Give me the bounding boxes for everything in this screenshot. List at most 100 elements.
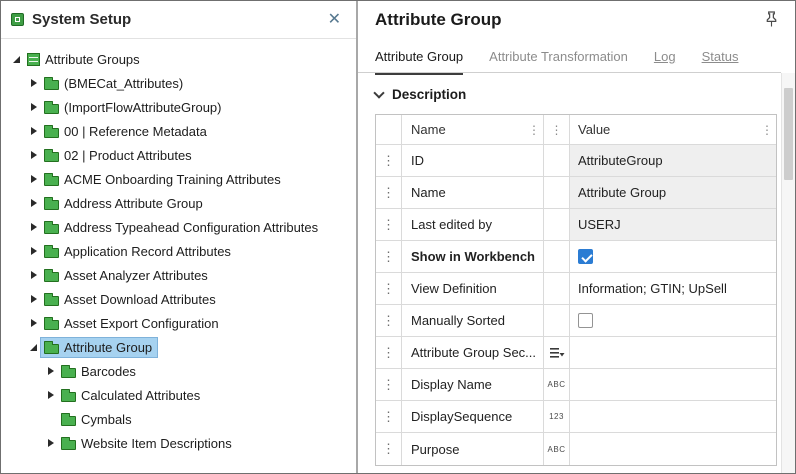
tree-item-label: ACME Onboarding Training Attributes [64,172,281,187]
expander-icon[interactable] [26,247,41,255]
table-row: ⋮ Show in Workbench [376,241,776,273]
expander-icon[interactable] [26,319,41,327]
row-drag-handle[interactable]: ⋮ [376,209,402,240]
expander-icon[interactable] [9,56,24,63]
folder-icon [61,416,76,426]
expander-icon[interactable] [26,127,41,135]
attr-type-cell [544,177,570,208]
checkbox-unchecked[interactable] [578,313,593,328]
table-row: ⋮ Purpose ABC [376,433,776,465]
tree-item-label: 02 | Product Attributes [64,148,192,163]
expander-icon[interactable] [26,199,41,207]
attribute-groups-icon [27,53,40,66]
table-row: ⋮ DisplaySequence 123 [376,401,776,433]
folder-icon [61,392,76,402]
row-drag-handle[interactable]: ⋮ [376,273,402,304]
tree-item[interactable]: (ImportFlowAttributeGroup) [1,95,356,119]
attr-value[interactable] [570,337,776,368]
tree-item[interactable]: Address Attribute Group [1,191,356,215]
attr-name: View Definition [411,281,497,296]
tree-item[interactable]: ACME Onboarding Training Attributes [1,167,356,191]
header-spacer [376,115,402,144]
column-menu-icon[interactable]: ⋮ [528,124,540,136]
tree-item[interactable]: Asset Download Attributes [1,287,356,311]
expander-icon[interactable] [43,391,58,399]
section-title: Description [392,87,466,102]
app-window: System Setup ✕ Attribute Groups (BMECat_… [0,0,796,474]
system-setup-panel: System Setup ✕ Attribute Groups (BMECat_… [1,1,358,473]
tree-item[interactable]: (BMECat_Attributes) [1,71,356,95]
expander-icon[interactable] [43,367,58,375]
expander-icon[interactable] [26,103,41,111]
tree-item-label: Attribute Group [64,340,152,355]
text-type-icon: ABC [548,380,566,389]
tree-item[interactable]: Asset Export Configuration [1,311,356,335]
row-drag-handle[interactable]: ⋮ [376,241,402,272]
attr-value[interactable] [570,401,776,432]
table-row: ⋮ View Definition Information; GTIN; UpS… [376,273,776,305]
table-row: ⋮ Display Name ABC [376,369,776,401]
description-section-header[interactable]: Description [375,87,777,102]
row-drag-handle[interactable]: ⋮ [376,369,402,400]
row-drag-handle[interactable]: ⋮ [376,177,402,208]
row-drag-handle[interactable]: ⋮ [376,433,402,465]
column-menu-icon[interactable]: ⋮ [761,124,773,136]
tree-item[interactable]: 00 | Reference Metadata [1,119,356,143]
row-drag-handle[interactable]: ⋮ [376,337,402,368]
value-header-label: Value [578,122,610,137]
table-row: ⋮ Name Attribute Group [376,177,776,209]
folder-icon [61,368,76,378]
folder-icon [44,248,59,258]
attribute-group-editor: Attribute Group Attribute Group Attribut… [358,1,795,473]
pin-icon[interactable] [764,11,779,32]
tree-item[interactable]: Application Record Attributes [1,239,356,263]
attr-name: Show in Workbench [411,249,535,264]
folder-icon [44,344,59,354]
expander-icon[interactable] [26,295,41,303]
tree-item[interactable]: Cymbals [1,407,356,431]
tree-item[interactable]: Calculated Attributes [1,383,356,407]
scrollbar-thumb[interactable] [784,88,793,180]
attr-type-cell [544,305,570,336]
expander-icon[interactable] [26,175,41,183]
row-drag-handle[interactable]: ⋮ [376,305,402,336]
row-drag-handle[interactable]: ⋮ [376,145,402,176]
folder-icon [61,440,76,450]
expander-icon[interactable] [26,223,41,231]
expander-icon[interactable] [26,79,41,87]
table-row: ⋮ Attribute Group Sec... [376,337,776,369]
attr-value[interactable] [570,369,776,400]
attr-value[interactable]: Information; GTIN; UpSell [570,273,776,304]
attr-value[interactable] [570,433,776,465]
tree-item-label: Asset Download Attributes [64,292,216,307]
type-column-header: ⋮ [544,115,570,144]
column-menu-icon[interactable]: ⋮ [551,124,563,136]
tree-item[interactable]: 02 | Product Attributes [1,143,356,167]
tree-item-label: Address Typeahead Configuration Attribut… [64,220,318,235]
folder-icon [44,152,59,162]
page-title: Attribute Group [375,10,502,30]
multi-value-lookup-icon[interactable] [544,337,570,368]
attr-type-cell [544,145,570,176]
tree-item-selected[interactable]: Attribute Group [1,335,356,359]
close-icon[interactable]: ✕ [325,10,344,30]
tree-item[interactable]: Address Typeahead Configuration Attribut… [1,215,356,239]
attr-name: Manually Sorted [411,313,505,328]
tree-item[interactable]: Website Item Descriptions [1,431,356,455]
folder-icon [44,296,59,306]
expander-icon[interactable] [43,439,58,447]
text-type-icon: ABC [548,445,566,454]
row-drag-handle[interactable]: ⋮ [376,401,402,432]
panel-title: System Setup [32,11,325,28]
expander-icon[interactable] [26,151,41,159]
checkbox-checked[interactable] [578,249,593,264]
tree-item[interactable]: Asset Analyzer Attributes [1,263,356,287]
attr-name: Name [411,185,446,200]
tree-item[interactable]: Attribute Groups [1,47,356,71]
folder-icon [44,176,59,186]
expander-icon[interactable] [26,344,41,351]
name-column-header: Name ⋮ [402,115,544,144]
vertical-scrollbar[interactable] [781,73,795,473]
tree-item[interactable]: Barcodes [1,359,356,383]
expander-icon[interactable] [26,271,41,279]
